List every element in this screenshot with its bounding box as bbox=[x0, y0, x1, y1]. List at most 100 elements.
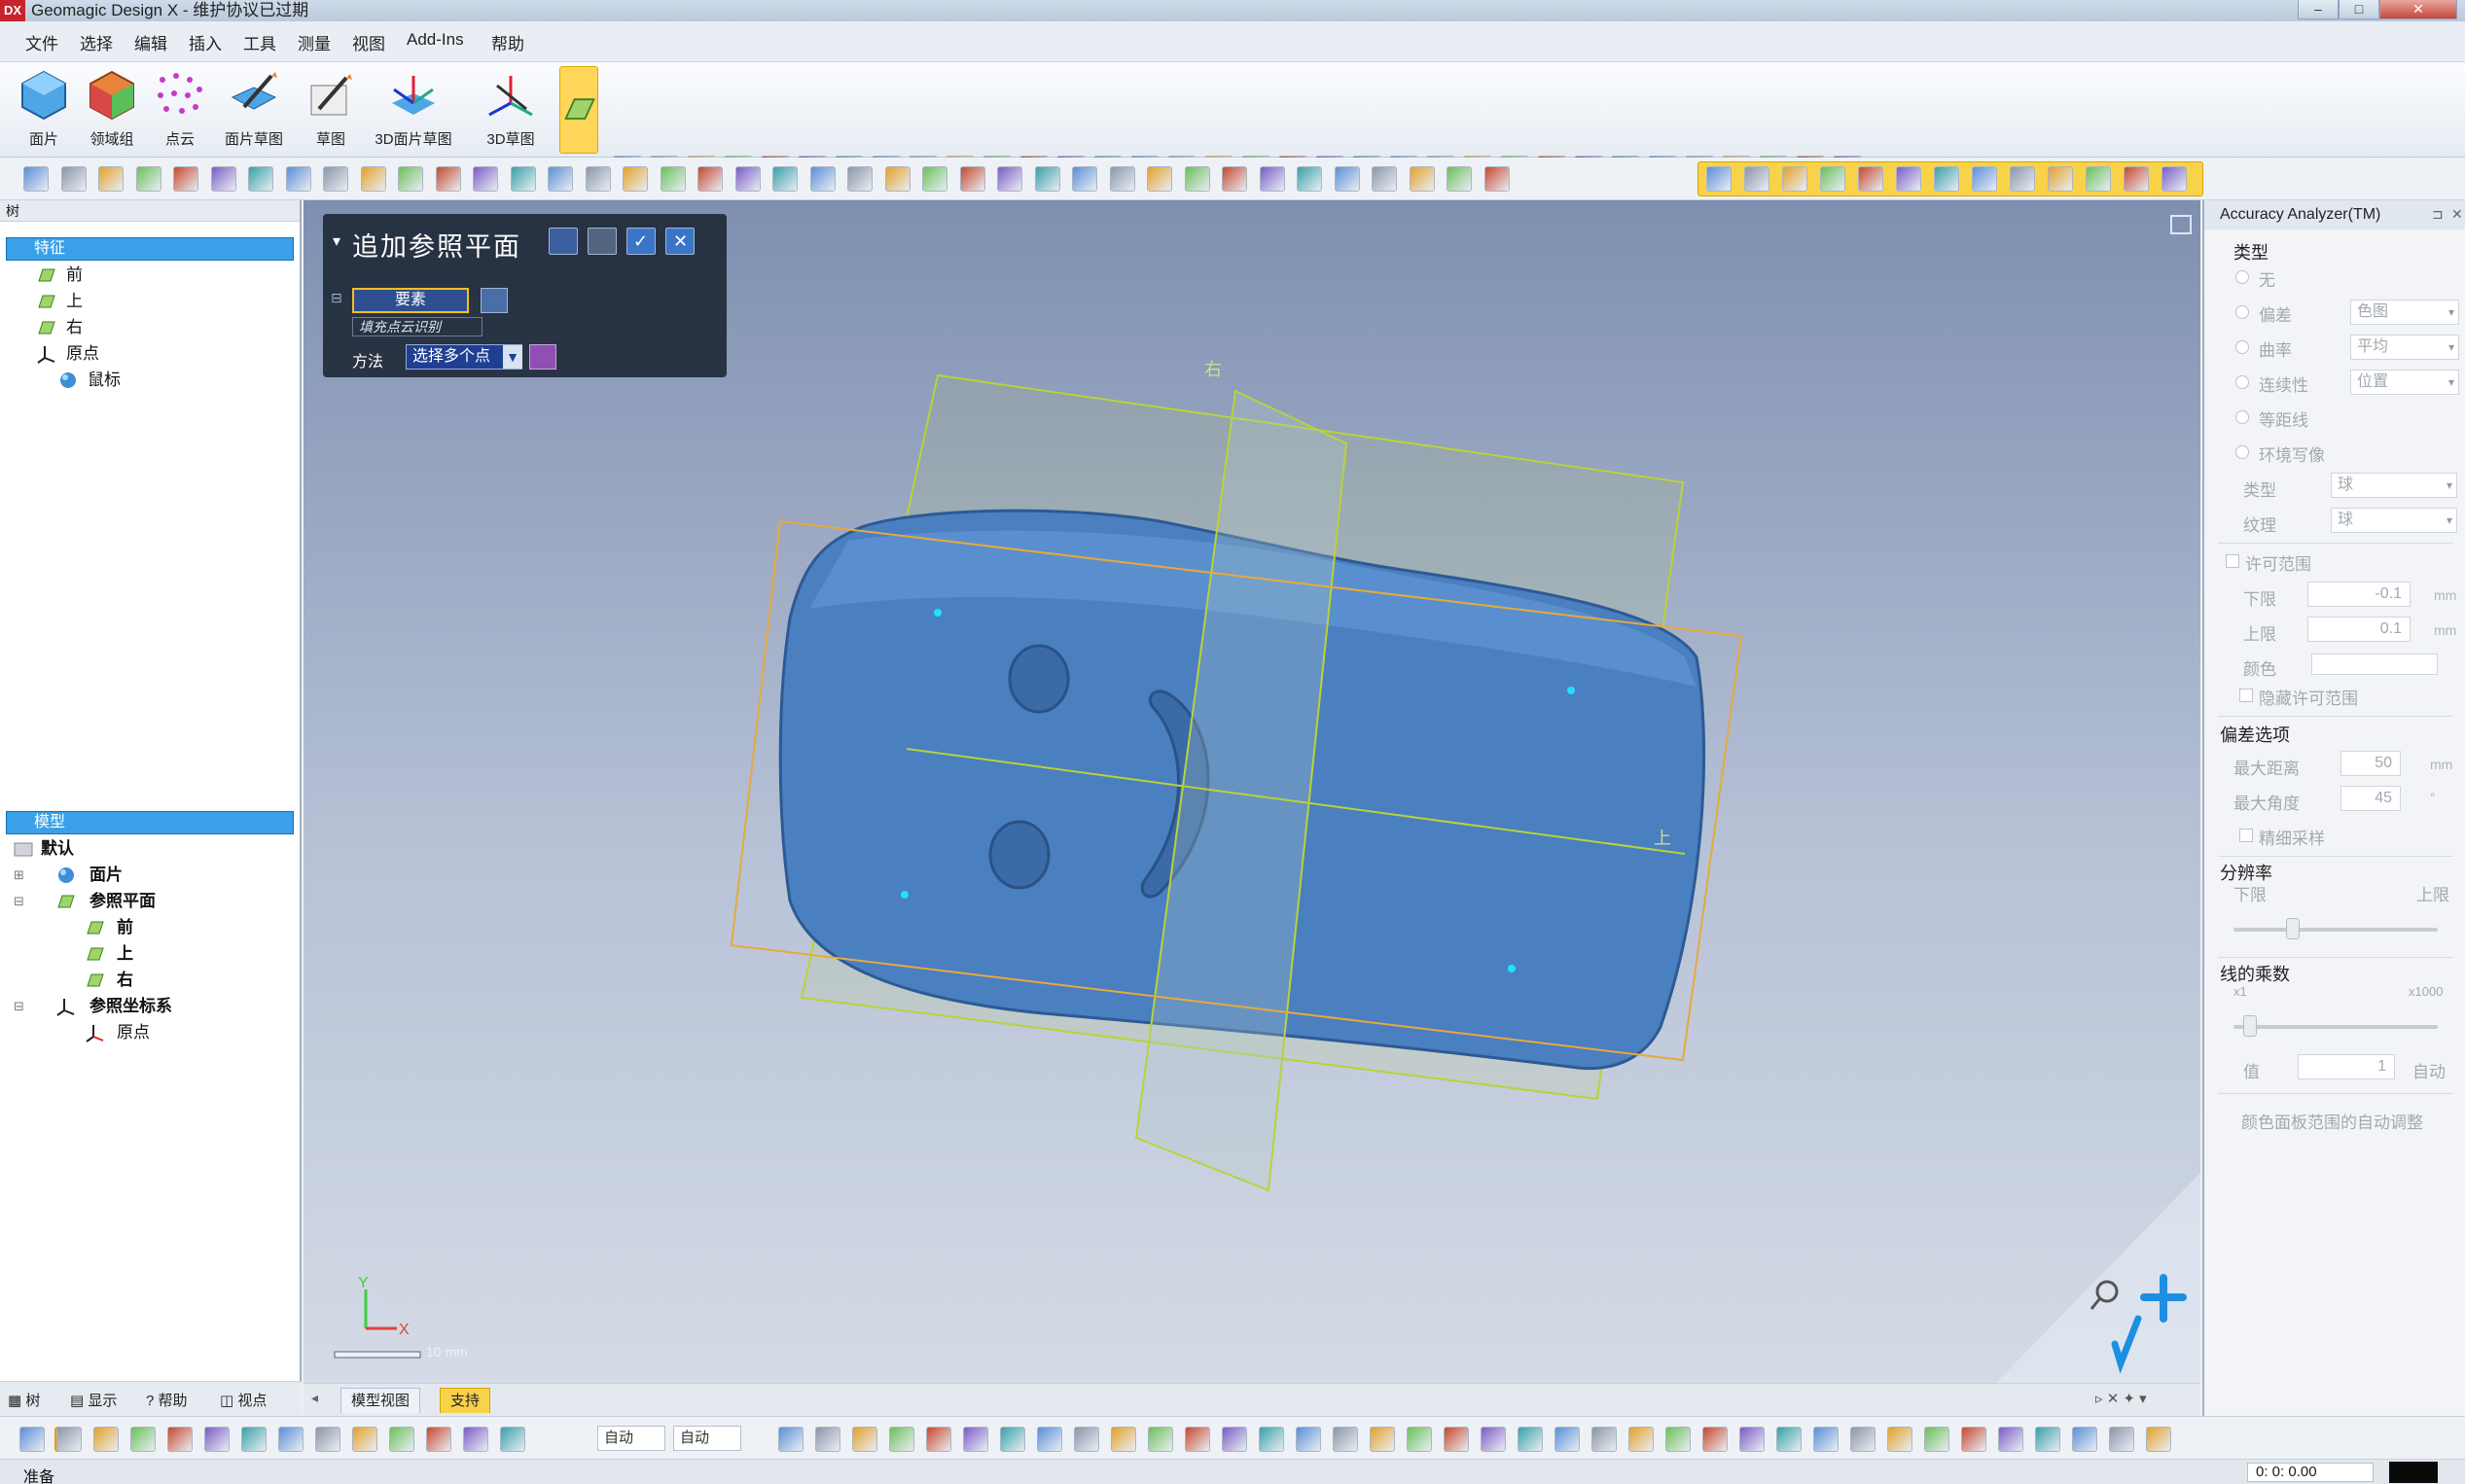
toolbar-tool-button[interactable] bbox=[778, 1427, 804, 1452]
toolbar-tool-button[interactable] bbox=[463, 1427, 488, 1452]
dropdown-arrow-icon[interactable]: ▼ bbox=[503, 345, 522, 369]
toolbar-tool-button[interactable] bbox=[1372, 166, 1397, 192]
toolbar-tool-button[interactable] bbox=[1333, 1427, 1358, 1452]
toolbar-tool-button[interactable] bbox=[585, 166, 611, 192]
menu-edit[interactable]: 编辑 bbox=[134, 30, 167, 54]
toolbar-tool-button[interactable] bbox=[959, 166, 985, 192]
tab-tree[interactable]: ▦ 树 bbox=[8, 1390, 40, 1410]
picked-point[interactable] bbox=[1508, 965, 1516, 972]
expand-toggle[interactable]: ⊞ bbox=[14, 863, 24, 888]
toolbar-tool-button[interactable] bbox=[1185, 1427, 1210, 1452]
menu-insert[interactable]: 插入 bbox=[189, 30, 222, 54]
texture-select[interactable]: 球 bbox=[2331, 508, 2457, 533]
model-scene[interactable]: 右 上 X Y bbox=[304, 200, 2200, 1383]
toolbar-tool-button[interactable] bbox=[815, 1427, 840, 1452]
3d-sketch-tool-button[interactable]: 3D草图 bbox=[477, 68, 545, 154]
toolbar-tool-button[interactable] bbox=[285, 166, 311, 192]
tab-display[interactable]: ▤ 显示 bbox=[70, 1390, 117, 1410]
toolbar-tool-button[interactable] bbox=[2086, 166, 2111, 192]
mesh-sketch-tool-button[interactable]: 面片草图 bbox=[220, 68, 288, 154]
toolbar-tool-button[interactable] bbox=[1037, 1427, 1062, 1452]
curvature-select[interactable]: 平均 bbox=[2350, 335, 2459, 360]
detail-preview-button[interactable] bbox=[588, 228, 617, 255]
toolbar-tool-button[interactable] bbox=[500, 1427, 525, 1452]
toolbar-tool-button[interactable] bbox=[734, 166, 761, 192]
toolbar-tool-button[interactable] bbox=[1407, 1427, 1432, 1452]
element-select-button[interactable] bbox=[481, 288, 508, 313]
toolbar-tool-button[interactable] bbox=[2035, 1427, 2060, 1452]
expand-view-icon[interactable] bbox=[2170, 215, 2192, 234]
toolbar-tool-button[interactable] bbox=[1148, 1427, 1173, 1452]
toolbar-tool-button[interactable] bbox=[1813, 1427, 1839, 1452]
menu-file[interactable]: 文件 bbox=[25, 30, 58, 54]
toolbar-tool-button[interactable] bbox=[278, 1427, 304, 1452]
toolbar-tool-button[interactable] bbox=[1034, 166, 1060, 192]
toolbar-tool-button[interactable] bbox=[1184, 166, 1210, 192]
auto-combo-2[interactable]: 自动 bbox=[673, 1426, 741, 1451]
max-angle-input[interactable]: 45 bbox=[2340, 786, 2401, 811]
auto-label[interactable]: 自动 bbox=[2412, 1058, 2446, 1082]
toolbar-tool-button[interactable] bbox=[2072, 1427, 2097, 1452]
toolbar-tool-button[interactable] bbox=[2048, 166, 2073, 192]
toolbar-tool-button[interactable] bbox=[435, 166, 461, 192]
radio-isoline[interactable] bbox=[2235, 410, 2249, 424]
toolbar-tool-button[interactable] bbox=[1887, 1427, 1912, 1452]
toolbar-tool-button[interactable] bbox=[173, 166, 198, 192]
fine-sampling-checkbox[interactable] bbox=[2239, 829, 2253, 842]
close-button[interactable]: ✕ bbox=[2379, 0, 2457, 19]
collapse-toggle[interactable]: ⊟ bbox=[14, 889, 24, 914]
toolbar-tool-button[interactable] bbox=[352, 1427, 377, 1452]
radio-continuity[interactable] bbox=[2235, 375, 2249, 389]
toolbar-tool-button[interactable] bbox=[23, 166, 49, 192]
toolbar-tool-button[interactable] bbox=[1858, 166, 1883, 192]
toolbar-tool-button[interactable] bbox=[93, 1427, 119, 1452]
toolbar-tool-button[interactable] bbox=[1370, 1427, 1395, 1452]
close-panel-icon[interactable]: ✕ bbox=[2451, 206, 2463, 223]
auto-adjust-button[interactable]: 颜色面板范围的自动调整 bbox=[2241, 1109, 2423, 1133]
picked-point[interactable] bbox=[901, 891, 909, 899]
toolbar-tool-button[interactable] bbox=[922, 166, 947, 192]
toolbar-tool-button[interactable] bbox=[1850, 1427, 1876, 1452]
color-picker[interactable] bbox=[2311, 654, 2438, 675]
region-group-tool-button[interactable]: 领域组 bbox=[78, 68, 146, 154]
toolbar-tool-button[interactable] bbox=[1334, 166, 1360, 192]
hide-tolerance-checkbox[interactable] bbox=[2239, 689, 2253, 702]
features-section[interactable]: 特征 bbox=[6, 237, 294, 261]
collapse-arrow-icon[interactable]: ▾ bbox=[333, 231, 340, 251]
resolution-slider-thumb[interactable] bbox=[2286, 918, 2300, 939]
tab-support[interactable]: 支持 bbox=[440, 1388, 491, 1413]
radio-curvature[interactable] bbox=[2235, 340, 2249, 354]
tolerance-checkbox[interactable] bbox=[2226, 554, 2239, 568]
menu-help[interactable]: 帮助 bbox=[491, 30, 524, 54]
toolbar-tool-button[interactable] bbox=[772, 166, 798, 192]
maximize-button[interactable]: □ bbox=[2339, 0, 2379, 19]
menu-view[interactable]: 视图 bbox=[352, 30, 385, 54]
toolbar-tool-button[interactable] bbox=[1483, 166, 1510, 192]
element-field[interactable]: 要素 bbox=[352, 288, 469, 313]
3d-mesh-sketch-tool-button[interactable]: 3D面片草图 bbox=[375, 68, 452, 154]
toolbar-tool-button[interactable] bbox=[1222, 1427, 1247, 1452]
menu-tools[interactable]: 工具 bbox=[243, 30, 276, 54]
model-section[interactable]: 模型 bbox=[6, 811, 294, 834]
toolbar-tool-button[interactable] bbox=[1409, 166, 1435, 192]
toolbar-tool-button[interactable] bbox=[1072, 166, 1097, 192]
toolbar-tool-button[interactable] bbox=[548, 166, 573, 192]
toolbar-tool-button[interactable] bbox=[1702, 1427, 1728, 1452]
continuity-select[interactable]: 位置 bbox=[2350, 370, 2459, 395]
pin-icon[interactable]: ⊐ bbox=[2432, 206, 2444, 223]
toolbar-tool-button[interactable] bbox=[1744, 166, 1769, 192]
scroll-left-icon[interactable]: ◂ bbox=[311, 1390, 318, 1406]
toolbar-tool-button[interactable] bbox=[884, 166, 911, 192]
toolbar-tool-button[interactable] bbox=[660, 166, 686, 192]
toolbar-tool-button[interactable] bbox=[323, 166, 348, 192]
radio-env-mapping[interactable] bbox=[2235, 445, 2249, 459]
toolbar-tool-button[interactable] bbox=[315, 1427, 340, 1452]
toolbar-tool-button[interactable] bbox=[2161, 166, 2187, 192]
toolbar-tool-button[interactable] bbox=[1776, 1427, 1802, 1452]
toolbar-tool-button[interactable] bbox=[398, 166, 423, 192]
toolbar-tool-button[interactable] bbox=[2146, 1427, 2171, 1452]
menu-measure[interactable]: 测量 bbox=[298, 30, 331, 54]
point-cloud-tool-button[interactable]: 点云 bbox=[146, 68, 214, 154]
toolbar-tool-button[interactable] bbox=[926, 1427, 951, 1452]
plane-tool-active[interactable] bbox=[559, 66, 598, 154]
